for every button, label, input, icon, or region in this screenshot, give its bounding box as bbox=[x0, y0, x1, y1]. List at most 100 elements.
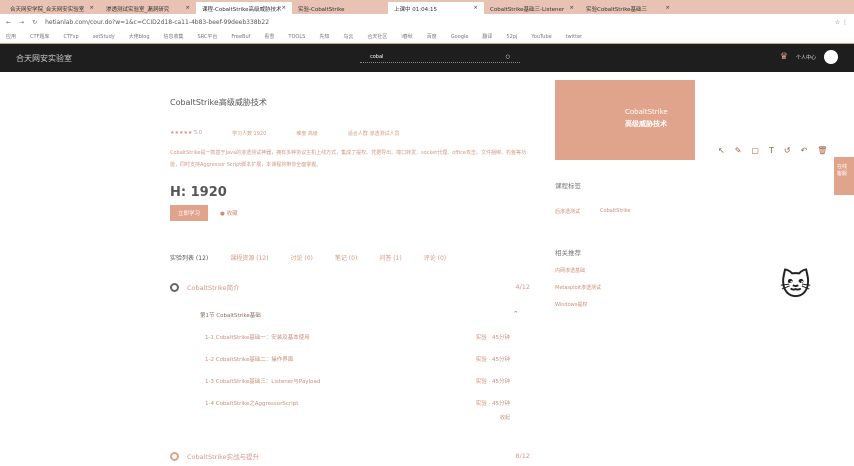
rectangle-icon[interactable]: ▢ bbox=[751, 146, 759, 155]
site-logo[interactable]: 合天网安实验室 bbox=[16, 53, 72, 64]
lesson-title: 1-1 CobaltStrike基础一：安装及基本使用 bbox=[205, 335, 310, 341]
lesson-row[interactable]: 1-3 CobaltStrike基础三：Listener与Payload 实验 ·… bbox=[205, 377, 510, 385]
course-tab[interactable]: 实验列表 (12) bbox=[170, 253, 208, 262]
bookmark[interactable]: TOOLS bbox=[288, 34, 305, 40]
bookmark[interactable]: i春秋 bbox=[401, 33, 412, 40]
chapter-title: CobaltStrike简介 bbox=[187, 284, 240, 292]
lesson-meta: 实验 · 45分钟 bbox=[475, 335, 510, 341]
collapse-link[interactable]: 收起 bbox=[190, 414, 510, 421]
chapter-count: 4/12 bbox=[515, 283, 530, 291]
reload-icon[interactable]: ↻ bbox=[32, 19, 37, 26]
course-tab[interactable]: 问答 (1) bbox=[379, 253, 401, 262]
chapter-row[interactable]: CobaltStrike实战与提升 8/12 bbox=[170, 451, 530, 461]
forward-icon[interactable]: → bbox=[19, 19, 24, 26]
online-service-tab[interactable]: 在线客服 bbox=[834, 157, 854, 195]
bookmark[interactable]: 合天社区 bbox=[367, 33, 387, 40]
rating: ★★★★★ 5.0 bbox=[170, 130, 202, 136]
course-banner: CobaltStrike 高级威胁技术 bbox=[555, 80, 695, 160]
rotate-icon[interactable]: ↺ bbox=[784, 146, 791, 155]
text-icon[interactable]: T bbox=[769, 146, 774, 155]
bookmark[interactable]: 看雪 bbox=[264, 33, 274, 40]
lesson-row[interactable]: 1-4 CobaltStrike之AggressorScript 实验 · 45分… bbox=[205, 399, 510, 407]
crown-icon: ♛ bbox=[779, 52, 788, 62]
tab-label: CobaltStrike基础三-Listener bbox=[490, 7, 565, 13]
course-title: CobaltStrike高级威胁技术 bbox=[170, 98, 267, 107]
bookmark[interactable]: twitter bbox=[566, 34, 583, 40]
avatar[interactable] bbox=[824, 50, 838, 64]
related-item[interactable]: 内网渗透基础 bbox=[555, 267, 695, 274]
bookmark[interactable]: 百度 bbox=[427, 33, 437, 40]
url-input[interactable]: hetianlab.com/cour.do?w=1&c=CCID2d18-ca1… bbox=[45, 19, 827, 26]
tag[interactable]: CobaltStrike bbox=[600, 208, 631, 215]
mascot-image[interactable]: 🐱 bbox=[780, 268, 820, 323]
select-icon[interactable]: ↖ bbox=[718, 146, 725, 155]
browser-tab[interactable]: 渗透测试实验室_漏洞研究 × bbox=[100, 2, 196, 14]
browser-tab[interactable]: 实验-CobaltStrike bbox=[292, 2, 388, 14]
bookmark[interactable]: 应用 bbox=[6, 33, 16, 40]
lesson-meta: 实验 · 45分钟 bbox=[475, 401, 510, 407]
browser-tab[interactable]: 实验CobaltStrike基础三 × bbox=[580, 2, 676, 14]
bookmark[interactable]: Google bbox=[451, 34, 469, 40]
bookmarks-bar: 应用 CTF题库 CTFsp setStudy 大佬blog 信息收集 SRC平台 FreeB… bbox=[0, 30, 854, 44]
tab-label: 实验-CobaltStrike bbox=[298, 7, 345, 13]
learn-button[interactable]: 立即学习 bbox=[170, 205, 209, 221]
favorite-button[interactable]: ● 收藏 bbox=[220, 209, 238, 217]
bookmark[interactable]: 先知 bbox=[319, 33, 329, 40]
section-row[interactable]: 第1节 CobaltStrike基础 ^ bbox=[200, 311, 518, 319]
difficulty: 难度 高级 bbox=[296, 131, 318, 137]
course-tab[interactable]: 笔记 (0) bbox=[335, 253, 357, 262]
lesson-row[interactable]: 1-1 CobaltStrike基础一：安装及基本使用 实验 · 45分钟 bbox=[205, 333, 510, 341]
bookmark[interactable]: SRC平台 bbox=[198, 33, 218, 40]
search-icon[interactable]: ○ bbox=[506, 54, 510, 60]
lesson-title: 1-3 CobaltStrike基础三：Listener与Payload bbox=[205, 379, 321, 385]
bookmark[interactable]: 信息收集 bbox=[164, 33, 184, 40]
bookmark[interactable]: 大佬blog bbox=[129, 33, 150, 40]
chapter-icon bbox=[170, 451, 179, 461]
related-title: 相关推荐 bbox=[555, 249, 581, 257]
browser-tab[interactable]: 合天网安学院_合天网安实验室 × bbox=[4, 2, 100, 14]
lesson-meta: 实验 · 45分钟 bbox=[475, 357, 510, 363]
browser-tabs: 合天网安学院_合天网安实验室 × 渗透测试实验室_漏洞研究 × 课程-CobaltS… bbox=[0, 0, 854, 14]
bookmark[interactable]: 翻译 bbox=[482, 33, 492, 40]
user-center-link[interactable]: 个人中心 bbox=[796, 54, 816, 61]
lesson-meta: 实验 · 45分钟 bbox=[475, 379, 510, 385]
extensions-icon[interactable]: ☆ ⋮ bbox=[835, 19, 848, 26]
browser-tab-active[interactable]: 课程-CobaltStrike高级威胁技术 × bbox=[196, 2, 292, 14]
site-header: 合天网安实验室 cobal ○ ♛ 个人中心 bbox=[0, 44, 854, 72]
bookmark[interactable]: setStudy bbox=[93, 34, 115, 40]
lesson-row[interactable]: 1-2 CobaltStrike基础二：操作界面 实验 · 45分钟 bbox=[205, 355, 510, 363]
search-input[interactable]: cobal ○ bbox=[360, 52, 520, 63]
browser-tab[interactable]: 上课中 01:04:15 × bbox=[388, 2, 484, 14]
tab-label: 上课中 01:04:15 bbox=[394, 7, 437, 13]
section-title: 第1节 CobaltStrike基础 bbox=[200, 313, 261, 319]
learners: 学习人数 1920 bbox=[231, 131, 267, 137]
tab-label: 实验CobaltStrike基础三 bbox=[586, 7, 648, 13]
bookmark[interactable]: 52pj bbox=[506, 34, 517, 40]
course-tab[interactable]: 课程资源 (12) bbox=[230, 253, 268, 262]
bookmark[interactable]: 乌云 bbox=[343, 33, 353, 40]
bookmark[interactable]: FreeBuf bbox=[231, 34, 250, 40]
course-tab[interactable]: 评论 (0) bbox=[424, 253, 446, 262]
undo-icon[interactable]: ↶ bbox=[801, 146, 808, 155]
tab-label: 合天网安学院_合天网安实验室 bbox=[10, 7, 85, 13]
course-tab[interactable]: 讨论 (0) bbox=[290, 253, 312, 262]
delete-icon[interactable]: 🗑 bbox=[817, 146, 827, 155]
back-icon[interactable]: ← bbox=[6, 19, 11, 26]
browser-tab[interactable]: CobaltStrike基础三-Listener × bbox=[484, 2, 580, 14]
course-meta: ★★★★★ 5.0 学习人数 1920 难度 高级 适合人群 渗透测试人员 bbox=[170, 130, 530, 137]
sidebar: CobaltStrike 高级威胁技术 课程标签 后渗透测试 CobaltStrik… bbox=[555, 80, 695, 308]
course-price: H: 1920 bbox=[170, 185, 227, 200]
course-tabs: 实验列表 (12) 课程资源 (12) 讨论 (0) 笔记 (0) 问答 (1) 评论 (… bbox=[170, 253, 530, 262]
course-main: CobaltStrike高级威胁技术 ★★★★★ 5.0 学习人数 1920 难度 … bbox=[170, 72, 530, 461]
favorite-label: 收藏 bbox=[226, 211, 238, 217]
pen-icon[interactable]: ✎ bbox=[735, 146, 742, 155]
bookmark[interactable]: CTF题库 bbox=[30, 33, 49, 40]
chevron-up-icon[interactable]: ^ bbox=[513, 311, 518, 319]
chapter-title: CobaltStrike实战与提升 bbox=[187, 453, 260, 461]
bookmark[interactable]: CTFsp bbox=[63, 34, 78, 40]
chapter-row[interactable]: CobaltStrike简介 4/12 bbox=[170, 282, 530, 292]
related-item[interactable]: Windows提权 bbox=[555, 301, 695, 308]
bookmark[interactable]: YouTube bbox=[531, 34, 551, 40]
tag[interactable]: 后渗透测试 bbox=[555, 208, 580, 215]
related-item[interactable]: Metasploit渗透测试 bbox=[555, 284, 695, 291]
